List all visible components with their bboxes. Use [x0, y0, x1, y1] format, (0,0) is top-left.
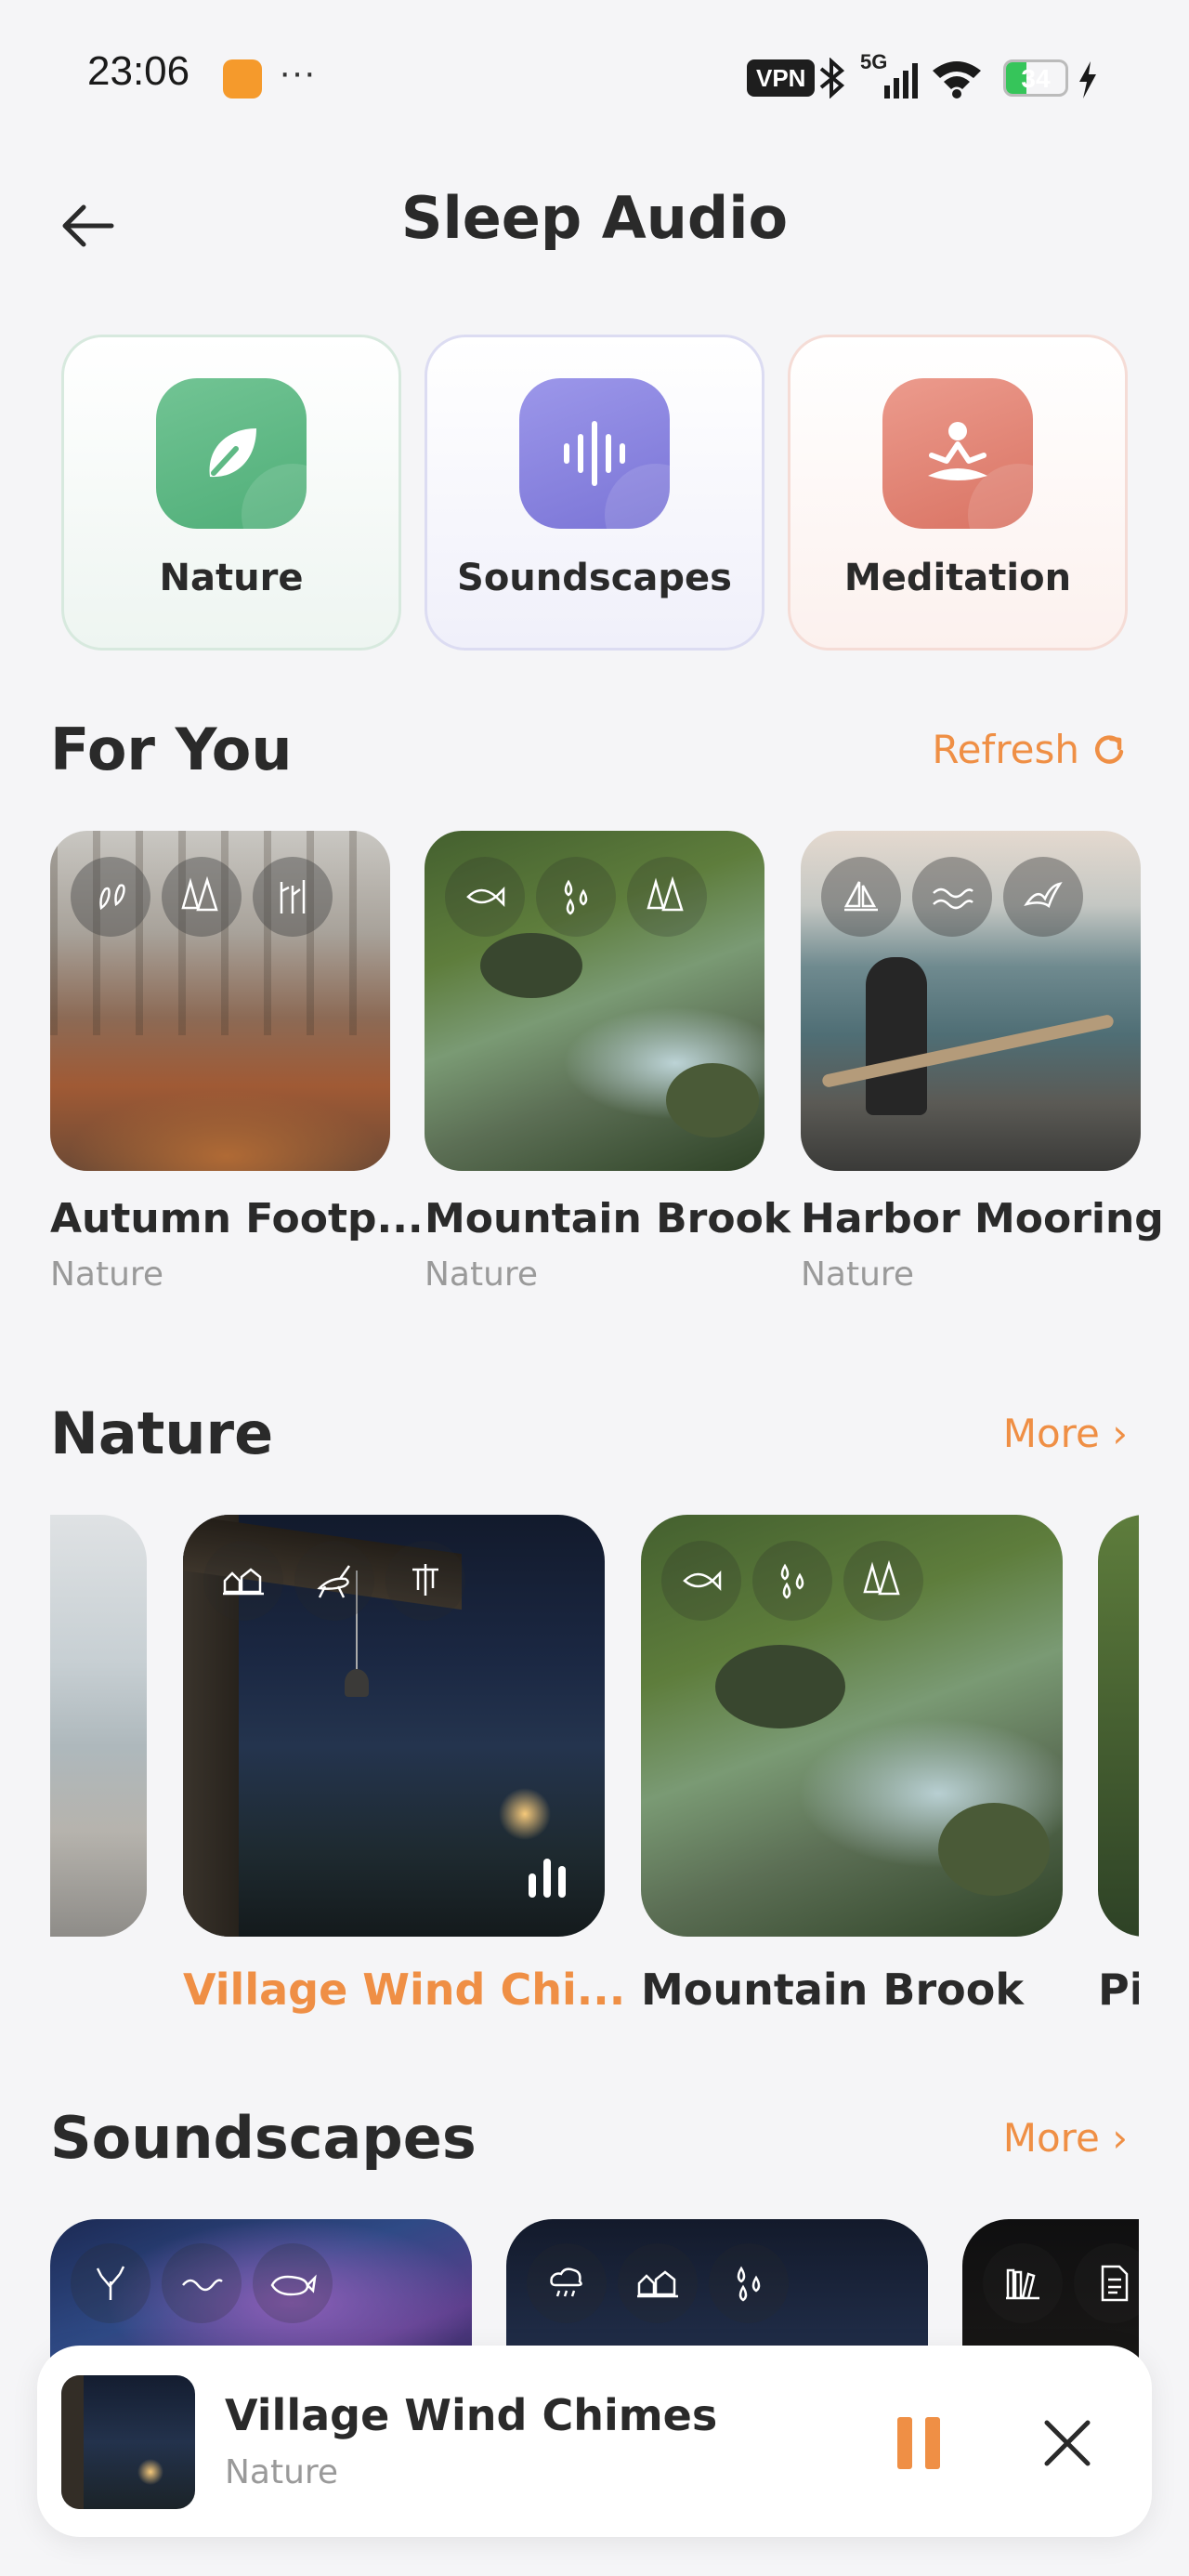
soundscapes-more-button[interactable]: More ›	[1003, 2115, 1128, 2161]
close-icon	[1044, 2420, 1091, 2466]
raindrops-icon	[752, 1541, 832, 1621]
sailboat-icon	[821, 857, 901, 937]
track-category: Nature	[801, 1255, 915, 1294]
charging-icon	[1079, 61, 1096, 99]
category-label: Meditation	[843, 557, 1072, 599]
fish-icon	[661, 1541, 741, 1621]
track-thumbnail	[183, 1515, 605, 1937]
nature-card-partial[interactable]: Pi	[1098, 1515, 1139, 2015]
track-title: Mountain Brook	[425, 1195, 791, 1242]
category-card-soundscapes[interactable]: Soundscapes	[425, 335, 764, 651]
raindrops-icon	[536, 857, 616, 937]
rain-cloud-icon	[527, 2243, 607, 2323]
player-artwork	[61, 2375, 195, 2509]
woods-icon	[253, 857, 333, 937]
player-track-title: Village Wind Chimes	[225, 2390, 718, 2440]
track-title: Harbor Mooring	[801, 1195, 1164, 1242]
cricket-icon	[294, 1541, 374, 1621]
whale-icon	[253, 2243, 333, 2323]
close-player-button[interactable]	[1026, 2401, 1109, 2485]
nature-card-partial[interactable]	[50, 1515, 147, 1937]
category-card-meditation[interactable]: Meditation	[788, 335, 1128, 651]
forest-icon	[843, 1541, 923, 1621]
battery-icon: 34	[1003, 59, 1068, 97]
document-icon	[1074, 2243, 1139, 2323]
refresh-icon	[1094, 734, 1124, 764]
forest-icon	[627, 857, 707, 937]
seagull-icon	[1003, 857, 1083, 937]
coral-icon	[71, 2243, 150, 2323]
refresh-button[interactable]: Refresh	[932, 727, 1128, 772]
nature-card[interactable]: Mountain Brook	[641, 1515, 1063, 2015]
for-you-card[interactable]: Autumn Footp... Nature	[50, 831, 424, 1294]
footprint-icon	[71, 857, 150, 937]
track-thumbnail	[801, 831, 1141, 1171]
notification-app-icon	[223, 59, 262, 99]
track-thumbnail	[425, 831, 764, 1171]
raindrops-icon	[709, 2243, 789, 2323]
waveform-icon	[564, 421, 625, 486]
wind-chime-icon	[385, 1541, 465, 1621]
mini-player[interactable]: Village Wind Chimes Nature	[37, 2346, 1152, 2537]
wifi-icon	[933, 61, 981, 99]
leaf-icon	[209, 428, 256, 478]
bluetooth-icon	[819, 58, 845, 99]
village-icon	[618, 2243, 698, 2323]
playing-indicator-icon	[529, 1859, 566, 1898]
track-thumbnail	[50, 831, 390, 1171]
fish-icon	[445, 857, 525, 937]
track-category: Nature	[50, 1255, 164, 1294]
more-notifications-icon: ···	[279, 52, 316, 93]
track-category: Nature	[425, 1255, 539, 1294]
nature-more-button[interactable]: More ›	[1003, 1411, 1128, 1456]
track-title: Village Wind Chi...	[183, 1965, 626, 2015]
track-title: Mountain Brook	[641, 1965, 1024, 2015]
track-thumbnail	[641, 1515, 1063, 1937]
category-card-nature[interactable]: Nature	[61, 335, 401, 651]
track-thumbnail	[1098, 1515, 1139, 1937]
pause-icon	[897, 2417, 912, 2469]
status-bar: 23:06 ··· VPN 5G 34	[0, 0, 1189, 158]
status-time: 23:06	[87, 48, 190, 94]
cellular-signal-icon: 5G	[860, 50, 918, 99]
forest-icon	[162, 857, 242, 937]
wave-icon	[162, 2243, 242, 2323]
track-thumbnail	[50, 1515, 147, 1937]
category-label: Soundscapes	[457, 557, 732, 599]
category-label: Nature	[159, 557, 304, 599]
books-icon	[983, 2243, 1063, 2323]
track-title: Pi	[1098, 1965, 1139, 2015]
for-you-card[interactable]: Harbor Mooring Nature	[801, 831, 1164, 1294]
nature-card-active[interactable]: Village Wind Chi...	[183, 1515, 625, 2015]
waves-icon	[912, 857, 992, 937]
for-you-card[interactable]: Mountain Brook Nature	[425, 831, 791, 1294]
vpn-badge: VPN	[747, 59, 816, 97]
track-title: Autumn Footp...	[50, 1195, 424, 1242]
section-title-for-you: For You	[50, 716, 293, 783]
page-title: Sleep Audio	[400, 184, 789, 252]
pause-button[interactable]	[877, 2401, 960, 2485]
meditation-icon	[928, 422, 987, 480]
section-title-soundscapes: Soundscapes	[50, 2104, 477, 2172]
village-icon	[203, 1541, 283, 1621]
section-title-nature: Nature	[50, 1400, 274, 1467]
player-track-category: Nature	[225, 2453, 339, 2491]
